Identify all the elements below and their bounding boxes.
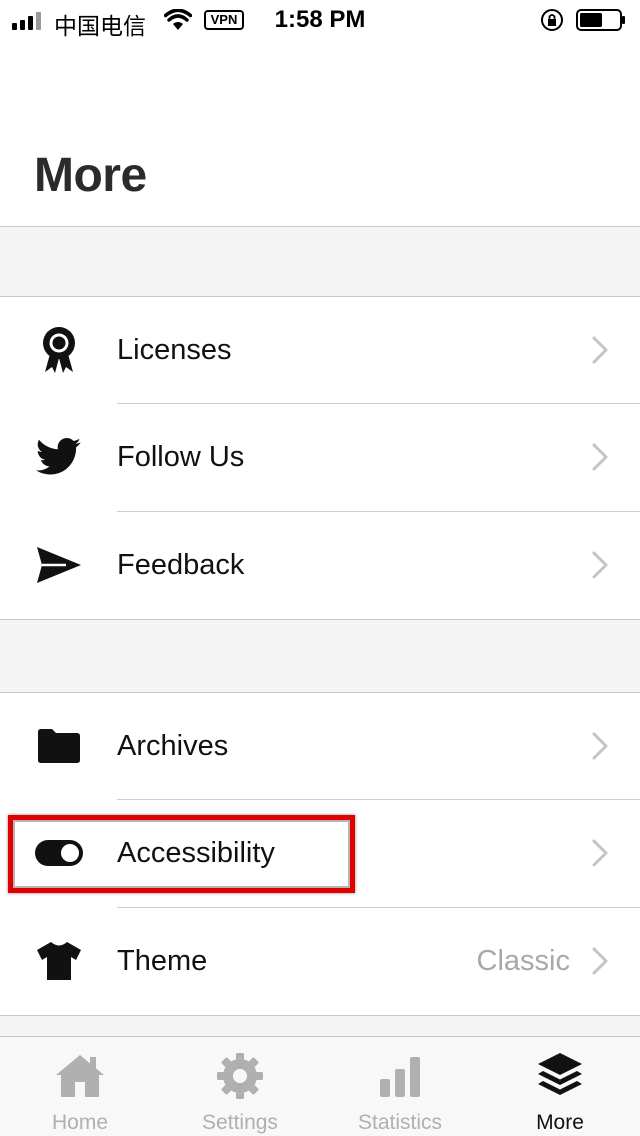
tab-label: Statistics [357,1111,443,1134]
highlight-box [8,815,355,893]
menu-item-archives[interactable]: Archives [0,693,640,800]
menu-item-label: Theme [117,945,208,977]
tab-bar: Home Settings Statistics More [0,1036,640,1136]
battery-icon [576,9,625,31]
tab-more[interactable]: More [480,1037,640,1136]
tab-label: Home [51,1111,109,1134]
chevron-right-icon [592,947,608,975]
bar-chart-icon [380,1057,420,1097]
menu-item-feedback[interactable]: Feedback [0,512,640,619]
paper-plane-icon [34,540,84,590]
section-spacer [0,1016,640,1036]
tab-statistics[interactable]: Statistics [320,1037,480,1136]
chevron-right-icon [592,443,608,471]
tab-settings[interactable]: Settings [160,1037,320,1136]
chevron-right-icon [592,551,608,579]
orientation-lock-icon [541,9,563,31]
chevron-right-icon [592,336,608,364]
section-spacer [0,620,640,692]
menu-item-label: Archives [117,730,229,762]
gear-icon [217,1053,263,1099]
menu-item-theme[interactable]: Theme Classic [0,908,640,1015]
award-ribbon-icon [34,325,84,375]
home-icon [56,1055,104,1097]
menu-item-label: Follow Us [117,441,245,473]
menu-item-follow-us[interactable]: Follow Us [0,404,640,511]
chevron-right-icon [592,732,608,760]
tab-label: More [536,1111,584,1134]
menu-item-label: Licenses [117,334,232,366]
tab-label: Settings [202,1111,278,1134]
tab-home[interactable]: Home [0,1037,160,1136]
chevron-right-icon [592,839,608,867]
tshirt-icon [34,936,84,986]
status-bar: 中国电信 VPN 1:58 PM [0,0,640,40]
folder-icon [34,721,84,771]
section-spacer [0,227,640,296]
theme-current-value: Classic [476,945,570,977]
page-title: More [34,149,147,202]
twitter-bird-icon [34,432,84,482]
menu-item-licenses[interactable]: Licenses [0,297,640,404]
layers-icon [538,1053,582,1095]
menu-item-label: Feedback [117,549,245,581]
